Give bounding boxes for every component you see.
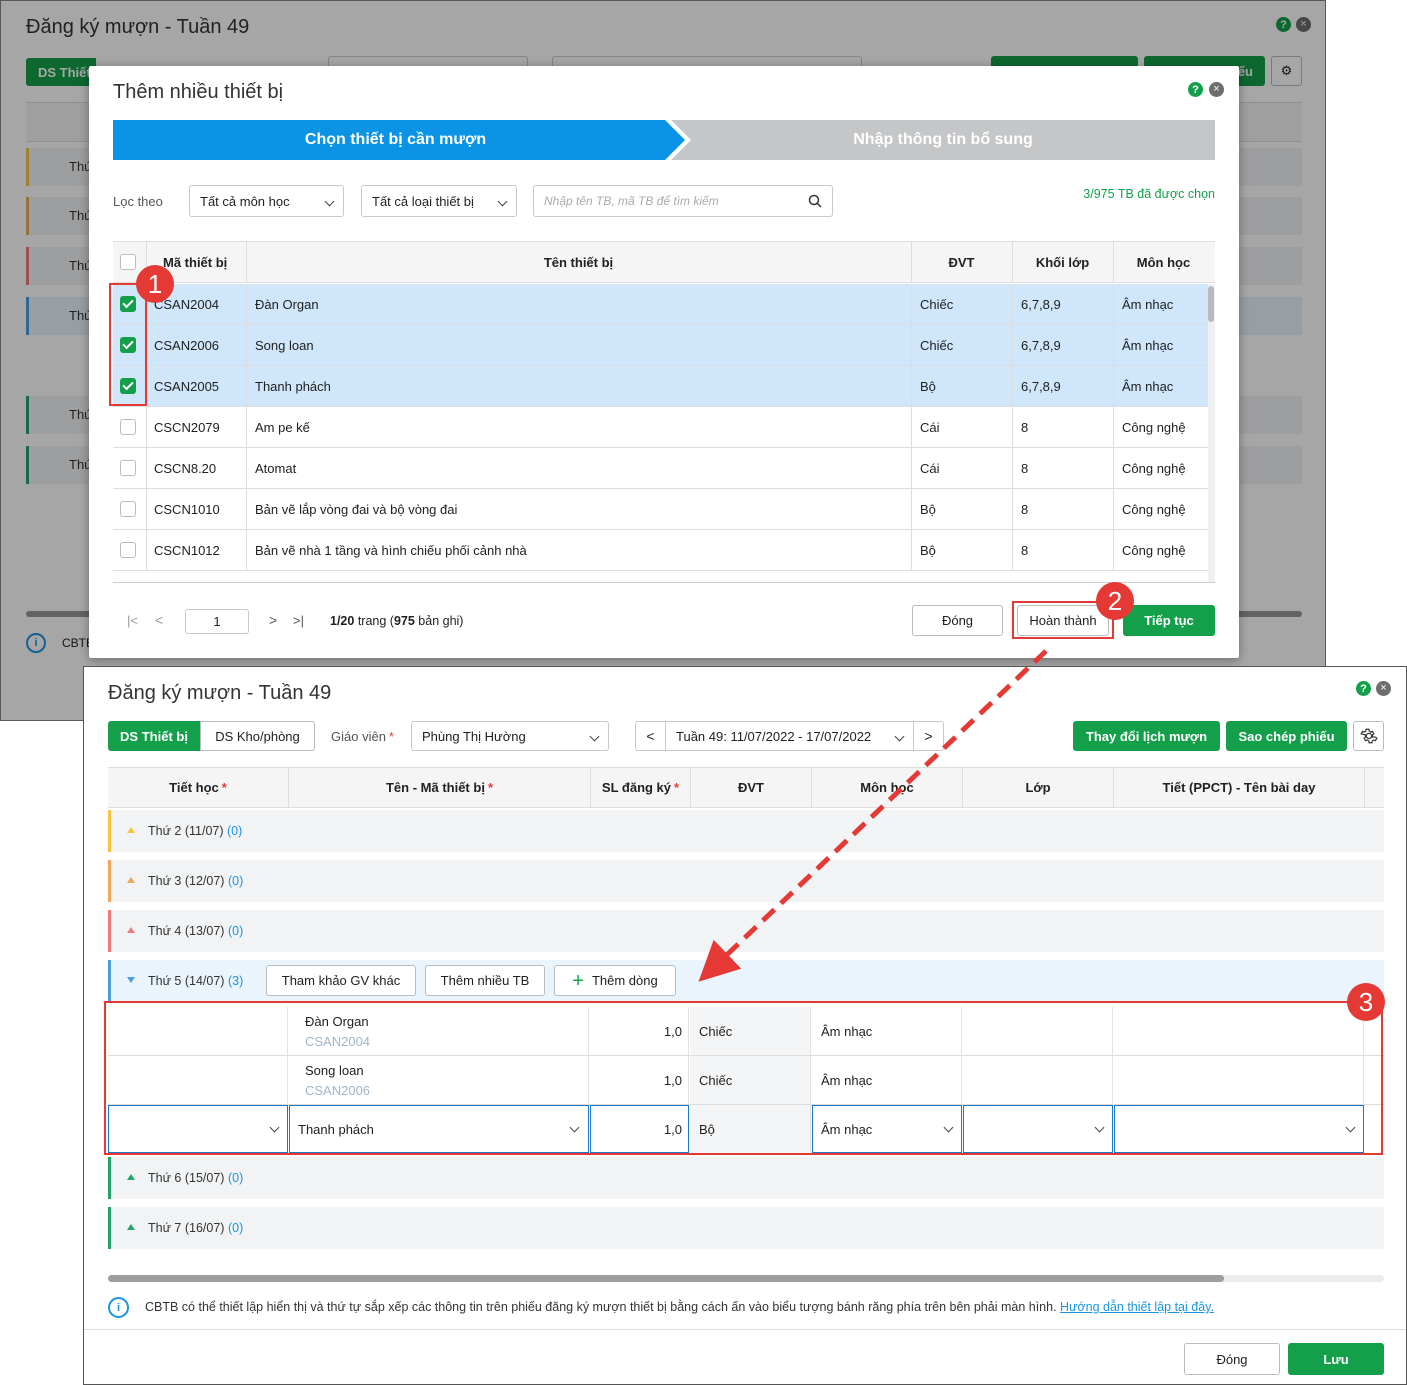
annotation-arrow: [698, 649, 1048, 982]
